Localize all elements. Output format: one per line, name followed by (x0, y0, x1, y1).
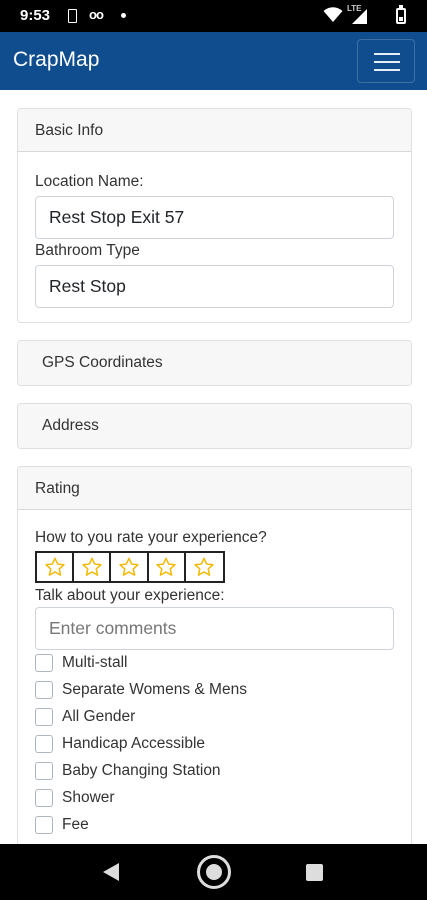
rating-card: Rating How to you rate your experience? … (17, 466, 412, 844)
option-checkbox[interactable] (35, 789, 53, 807)
option-label: Shower (62, 789, 115, 806)
bathroom-type-select[interactable]: Rest Stop (35, 265, 394, 308)
basic-info-body: Location Name: Rest Stop Exit 57 Bathroo… (18, 173, 411, 308)
option-label: All Gender (62, 708, 136, 725)
star-icon (44, 557, 65, 576)
recents-icon[interactable] (306, 864, 323, 881)
rating-body: How to you rate your experience? Talk ab… (18, 510, 411, 844)
option-handicap[interactable]: Handicap Accessible (35, 732, 205, 756)
star-icon (194, 557, 215, 576)
option-label: Separate Womens & Mens (62, 681, 247, 698)
sim-card-icon (68, 9, 77, 23)
star-icon (82, 557, 102, 576)
app-navbar: CrapMap (0, 32, 427, 90)
notification-dot-icon (121, 13, 126, 18)
hamburger-icon (374, 53, 400, 55)
basic-info-card: Basic Info Location Name: Rest Stop Exit… (17, 108, 412, 323)
star-3[interactable] (111, 553, 149, 581)
star-2[interactable] (74, 553, 112, 581)
option-multi-stall[interactable]: Multi-stall (35, 651, 127, 675)
option-checkbox[interactable] (35, 816, 53, 834)
star-1[interactable] (37, 553, 75, 581)
option-checkbox[interactable] (35, 735, 53, 753)
option-label: Handicap Accessible (62, 735, 206, 752)
basic-info-header[interactable]: Basic Info (18, 109, 411, 152)
status-time: 9:53 (20, 7, 51, 24)
option-label: Baby Changing Station (62, 762, 221, 779)
home-icon[interactable] (197, 855, 231, 889)
address-card: Address (17, 403, 412, 449)
rating-header[interactable]: Rating (18, 467, 411, 510)
option-label: Multi-stall (62, 654, 128, 671)
address-header[interactable]: Address (18, 404, 411, 448)
option-separate[interactable]: Separate Womens & Mens (35, 678, 247, 702)
option-checkbox[interactable] (35, 762, 53, 780)
bathroom-type-label: Bathroom Type (35, 242, 140, 259)
location-name-label: Location Name: (35, 173, 144, 190)
star-4[interactable] (149, 553, 186, 581)
option-checkbox[interactable] (35, 654, 53, 672)
cell-signal-icon (352, 9, 367, 24)
system-navigation-bar (0, 844, 427, 900)
back-icon[interactable] (102, 862, 120, 882)
battery-icon (396, 5, 406, 24)
wifi-icon (323, 7, 343, 22)
location-name-input[interactable]: Rest Stop Exit 57 (35, 196, 394, 239)
app-brand[interactable]: CrapMap (13, 48, 99, 72)
hamburger-icon (374, 69, 400, 71)
star-rating[interactable] (35, 551, 225, 583)
option-baby-changing[interactable]: Baby Changing Station (35, 759, 221, 783)
option-checkbox[interactable] (35, 708, 53, 726)
option-label: Fee (62, 816, 89, 833)
main-content: Basic Info Location Name: Rest Stop Exit… (0, 90, 427, 844)
option-checkbox[interactable] (35, 681, 53, 699)
option-shower[interactable]: Shower (35, 786, 115, 810)
gps-card: GPS Coordinates (17, 340, 412, 386)
voicemail-icon: oo (89, 7, 104, 22)
menu-toggle-button[interactable] (357, 39, 415, 83)
option-fee[interactable]: Fee (35, 813, 89, 837)
option-all-gender[interactable]: All Gender (35, 705, 135, 729)
comments-label: Talk about your experience: (35, 587, 225, 604)
status-bar: 9:53 oo LTE (0, 0, 427, 32)
star-5[interactable] (186, 553, 223, 581)
star-icon (119, 557, 139, 576)
comments-input[interactable]: Enter comments (35, 607, 394, 650)
star-icon (156, 557, 176, 576)
hamburger-icon (374, 61, 400, 63)
gps-header[interactable]: GPS Coordinates (18, 341, 411, 385)
rating-question: How to you rate your experience? (35, 529, 267, 546)
